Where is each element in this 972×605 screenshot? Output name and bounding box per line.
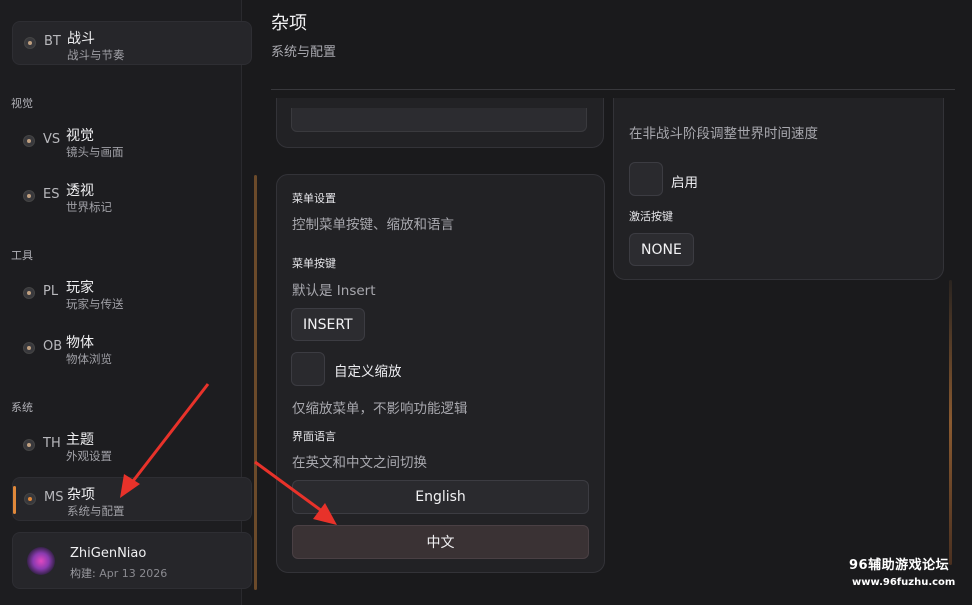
sidebar-item-theme[interactable]: TH 主题 外观设置: [12, 423, 252, 467]
header-divider: [271, 89, 955, 90]
sidebar-item-misc[interactable]: MS 杂项 系统与配置: [12, 477, 252, 521]
menu-section-title: 菜单设置: [292, 192, 336, 205]
status-dot-icon: [23, 135, 35, 147]
sidebar-item-player[interactable]: PL 玩家 玩家与传送: [12, 271, 252, 315]
menu-hotkey-button[interactable]: INSERT: [291, 308, 365, 341]
enable-label: 启用: [671, 175, 698, 191]
partial-button[interactable]: [291, 108, 587, 132]
enable-checkbox[interactable]: [629, 162, 663, 196]
sidebar-item-title: 透视: [66, 183, 94, 199]
group-label-system: 系统: [11, 401, 33, 414]
language-english-button[interactable]: English: [292, 480, 589, 514]
sidebar-item-title: 杂项: [67, 487, 95, 503]
status-dot-icon: [23, 342, 35, 354]
custom-scale-desc: 仅缩放菜单，不影响功能逻辑: [292, 401, 468, 417]
sidebar-item-subtitle: 战斗与节奏: [67, 48, 125, 62]
sidebar-item-title: 玩家: [66, 280, 94, 296]
sidebar-item-vision[interactable]: VS 视觉 镜头与画面: [12, 119, 252, 163]
group-label-tools: 工具: [11, 249, 33, 262]
status-dot-icon: [23, 439, 35, 451]
sidebar-item-subtitle: 镜头与画面: [66, 145, 124, 159]
sidebar-item-esp[interactable]: ES 透视 世界标记: [12, 174, 252, 218]
menu-settings-card: 菜单设置 控制菜单按键、缩放和语言 菜单按键 默认是 Insert INSERT…: [276, 174, 605, 573]
language-desc: 在英文和中文之间切换: [292, 455, 427, 471]
sidebar-item-subtitle: 外观设置: [66, 449, 112, 463]
sidebar-item-subtitle: 物体浏览: [66, 352, 112, 366]
sidebar-item-objects[interactable]: OB 物体 物体浏览: [12, 326, 252, 370]
menu-section-desc: 控制菜单按键、缩放和语言: [292, 217, 454, 233]
sidebar-item-subtitle: 世界标记: [66, 200, 112, 214]
build-label: 构建:: [70, 567, 96, 580]
sidebar-scrollbar[interactable]: [254, 175, 257, 590]
status-dot-icon: [24, 37, 36, 49]
user-card: ZhiGenNiao 构建: Apr 13 2026: [12, 532, 252, 589]
main-scrollbar[interactable]: [949, 280, 952, 565]
user-name: ZhiGenNiao: [70, 546, 147, 561]
watermark-url: www.96fuzhu.com: [852, 577, 956, 588]
status-dot-icon: [23, 190, 35, 202]
avatar: [27, 547, 55, 575]
sidebar-item-subtitle: 玩家与传送: [66, 297, 124, 311]
hotkey-desc: 默认是 Insert: [292, 283, 376, 299]
sidebar-item-title: 主题: [66, 432, 94, 448]
activate-key-button[interactable]: NONE: [629, 233, 694, 266]
hotkey-label: 菜单按键: [292, 257, 336, 270]
language-chinese-button[interactable]: 中文: [292, 525, 589, 559]
active-indicator: [13, 486, 16, 514]
sidebar-item-title: 战斗: [67, 31, 95, 47]
status-dot-icon: [23, 287, 35, 299]
activate-key-label: 激活按键: [629, 210, 673, 223]
custom-scale-label: 自定义缩放: [334, 364, 402, 380]
group-label-visual: 视觉: [11, 97, 33, 110]
status-dot-icon: [24, 493, 36, 505]
world-time-card: 在非战斗阶段调整世界时间速度 启用 激活按键 NONE: [613, 98, 944, 280]
world-time-desc: 在非战斗阶段调整世界时间速度: [629, 126, 818, 142]
custom-scale-checkbox[interactable]: [291, 352, 325, 386]
page-subtitle: 系统与配置: [271, 45, 337, 60]
sidebar-item-title: 视觉: [66, 128, 94, 144]
sidebar-item-title: 物体: [66, 335, 94, 351]
build-value: Apr 13 2026: [99, 567, 168, 580]
previous-card: [276, 98, 604, 148]
build-info: 构建: Apr 13 2026: [70, 565, 167, 581]
watermark-title: 96辅助游戏论坛: [849, 558, 950, 573]
page-title: 杂项: [271, 13, 307, 34]
sidebar-item-combat[interactable]: BT 战斗 战斗与节奏: [12, 21, 252, 65]
sidebar-item-subtitle: 系统与配置: [67, 504, 125, 518]
language-label: 界面语言: [292, 430, 336, 443]
